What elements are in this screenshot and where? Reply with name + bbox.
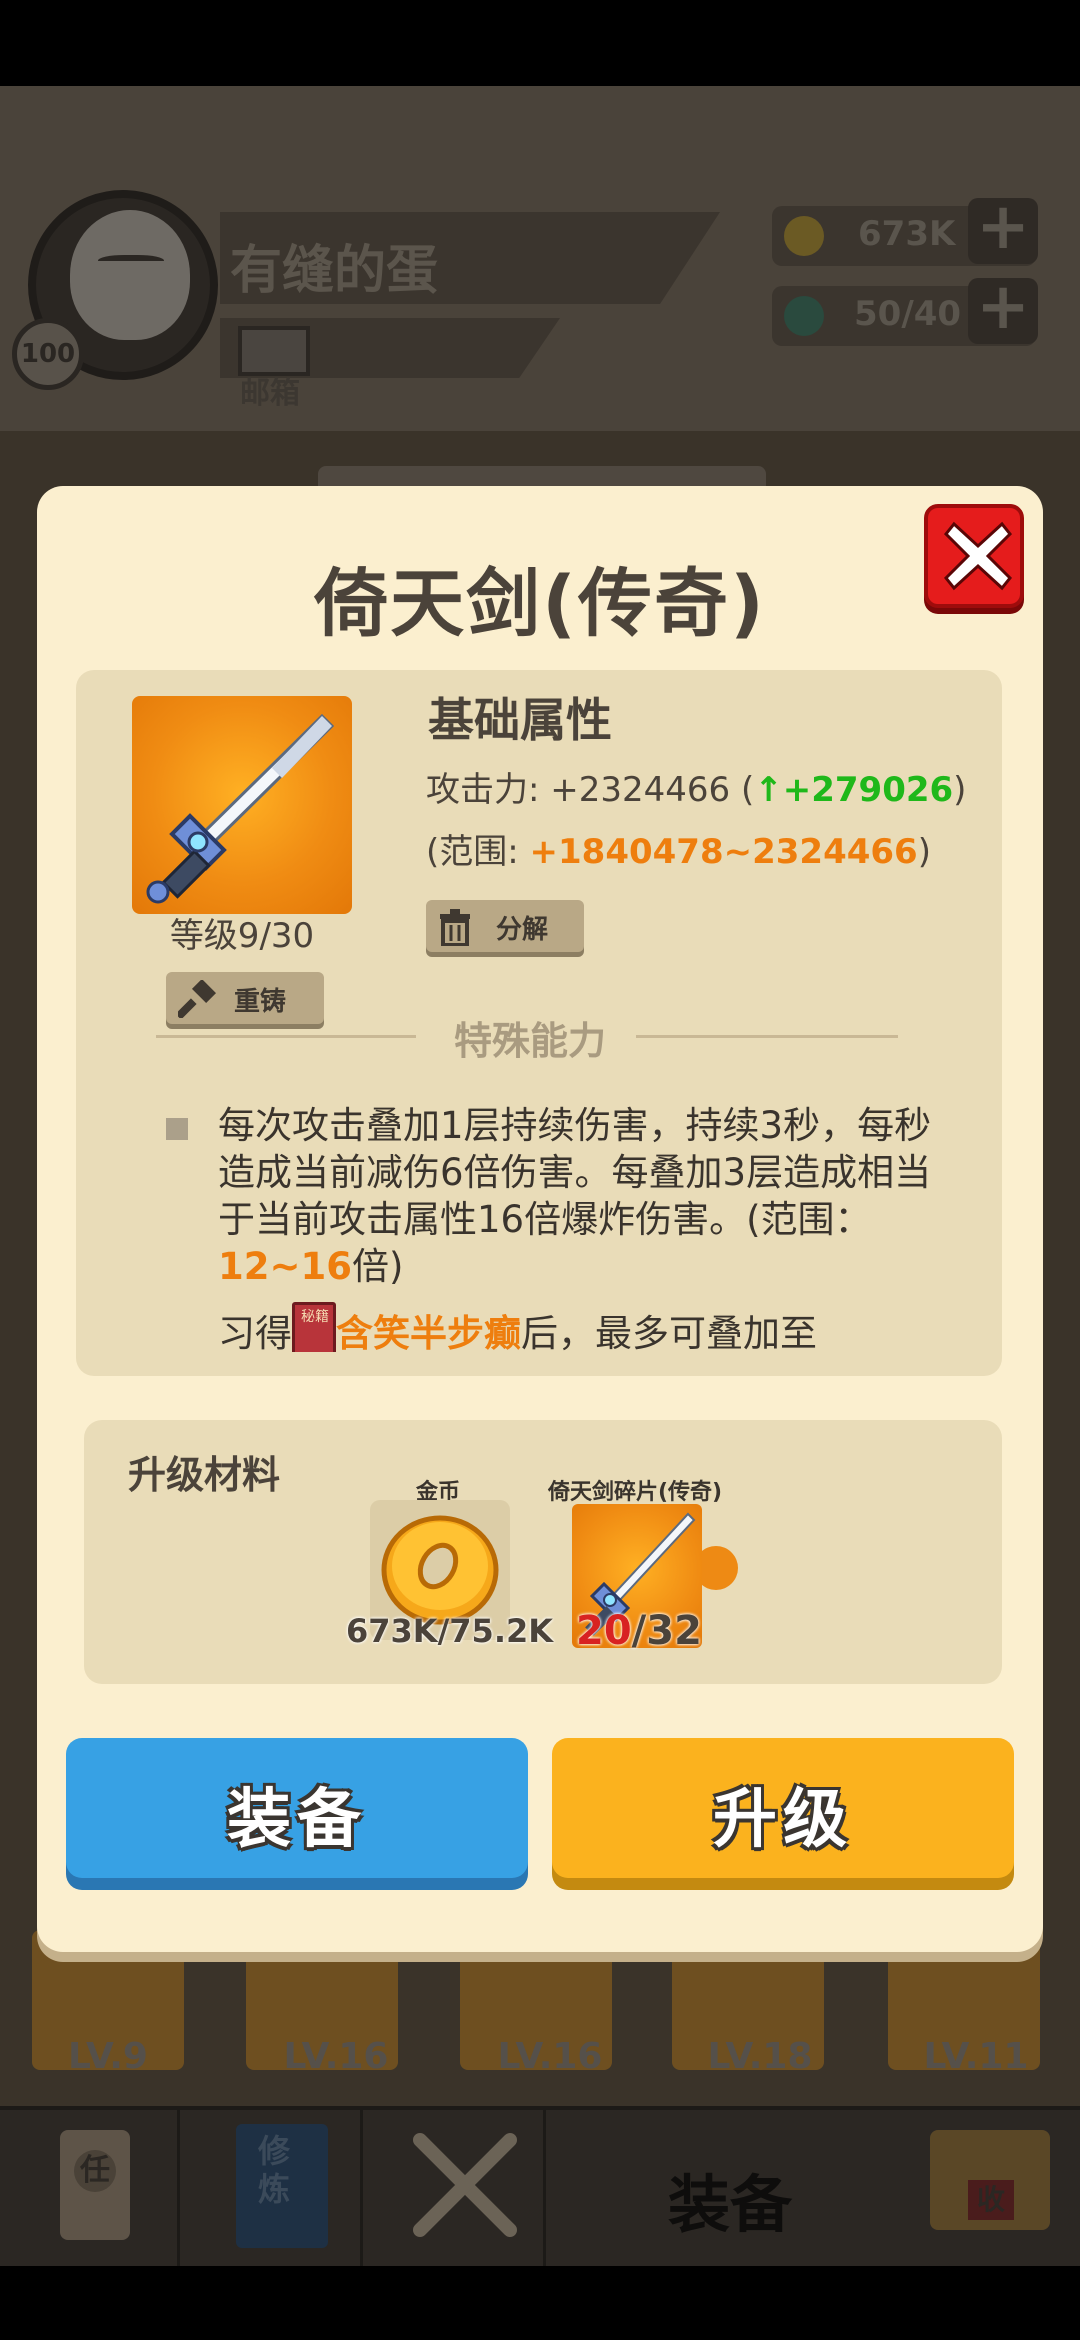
equipment-slot-level: LV.18 [707, 2036, 813, 2077]
nav-shop-label: 收 [968, 2180, 1014, 2220]
fragment-need: /32 [631, 1608, 702, 1654]
add-gold-button[interactable]: + [968, 195, 1038, 264]
equipment-slot-level: LV.16 [283, 2036, 389, 2077]
attack-label: 攻击力: +2324466 ( [426, 770, 755, 810]
range-label: (范围: [426, 832, 530, 872]
attack-close: ) [953, 770, 967, 810]
upgrade-label: 升级 [713, 1783, 853, 1857]
skill-name[interactable]: 含笑半步癫 [336, 1312, 521, 1352]
learn-suffix: 后，最多可叠加至 [521, 1312, 817, 1352]
player-name: 有缝的蛋 [230, 241, 439, 301]
close-icon [943, 521, 1013, 591]
avatar-eyes [98, 255, 164, 269]
special-ability-upgrade: 习得 秘籍 含笑半步癫后，最多可叠加至 [218, 1302, 817, 1352]
fragment-material-name: 倚天剑碎片(传奇) [548, 1480, 723, 1505]
desc-main: 每次攻击叠加1层持续伤害，持续3秒，每秒造成当前减伤6倍伤害。每叠加3层造成相当… [218, 1104, 932, 1241]
disassemble-label: 分解 [496, 915, 549, 945]
energy-gem-icon [784, 296, 824, 336]
secret-book-icon: 秘籍 [292, 1302, 336, 1352]
gold-amount: 673K [858, 214, 956, 254]
crossed-swords-icon [413, 2133, 517, 2237]
desc-range: 12~16 [218, 1245, 352, 1288]
learn-prefix: 习得 [218, 1312, 292, 1352]
close-button[interactable] [924, 504, 1024, 608]
special-ability-description: 每次攻击叠加1层持续伤害，持续3秒，每秒造成当前减伤6倍伤害。每叠加3层造成相当… [218, 1102, 938, 1290]
avatar-face-icon [70, 210, 190, 340]
equipment-slot-level: LV.11 [923, 2036, 1029, 2077]
desc-end: 倍) [351, 1245, 404, 1288]
nav-cultivate-label: 修炼 [258, 2132, 291, 2208]
special-ability-title: 特殊能力 [453, 1019, 606, 1063]
sword-icon [132, 696, 352, 914]
disassemble-button[interactable]: 分解 [426, 900, 584, 952]
equipment-slot-level: LV.9 [68, 2036, 148, 2077]
base-attributes-title: 基础属性 [428, 693, 612, 747]
trash-icon [440, 909, 470, 946]
status-bar [0, 0, 1080, 86]
gold-coin-icon [784, 216, 824, 256]
nav-task-label: 任 [74, 2150, 116, 2192]
bullet-icon [166, 1118, 188, 1140]
system-nav-bar [0, 2266, 1080, 2340]
dialog-title: 倚天剑(传奇) [314, 561, 766, 647]
equip-button[interactable]: 装备 [66, 1738, 528, 1878]
fragment-material-count: 20/32 [576, 1608, 702, 1654]
range-value: +1840478~2324466 [529, 832, 918, 872]
mail-label: 邮箱 [240, 376, 300, 411]
equip-label: 装备 [227, 1783, 367, 1857]
equipment-slot-level: LV.16 [497, 2036, 603, 2077]
energy-amount: 50/40 [854, 294, 962, 334]
nav-equip-label: 装备 [668, 2168, 793, 2241]
gold-material-count: 673K/75.2K [346, 1612, 554, 1650]
player-level-badge: 100 [12, 318, 84, 390]
upgrade-button[interactable]: 升级 [552, 1738, 1014, 1878]
attack-stat: 攻击力: +2324466 (↑+279026) [426, 762, 966, 811]
gold-coin-icon [381, 1515, 499, 1625]
range-close: ) [917, 832, 931, 872]
book-label: 秘籍 [301, 1309, 329, 1325]
materials-title: 升级材料 [128, 1453, 281, 1497]
attack-range: (范围: +1840478~2324466) [426, 824, 931, 873]
attack-delta: ↑+279026 [754, 770, 954, 810]
fragment-have: 20 [576, 1608, 632, 1654]
divider [636, 1035, 898, 1038]
item-level: 等级9/30 [169, 916, 315, 956]
add-energy-button[interactable]: + [968, 275, 1038, 344]
